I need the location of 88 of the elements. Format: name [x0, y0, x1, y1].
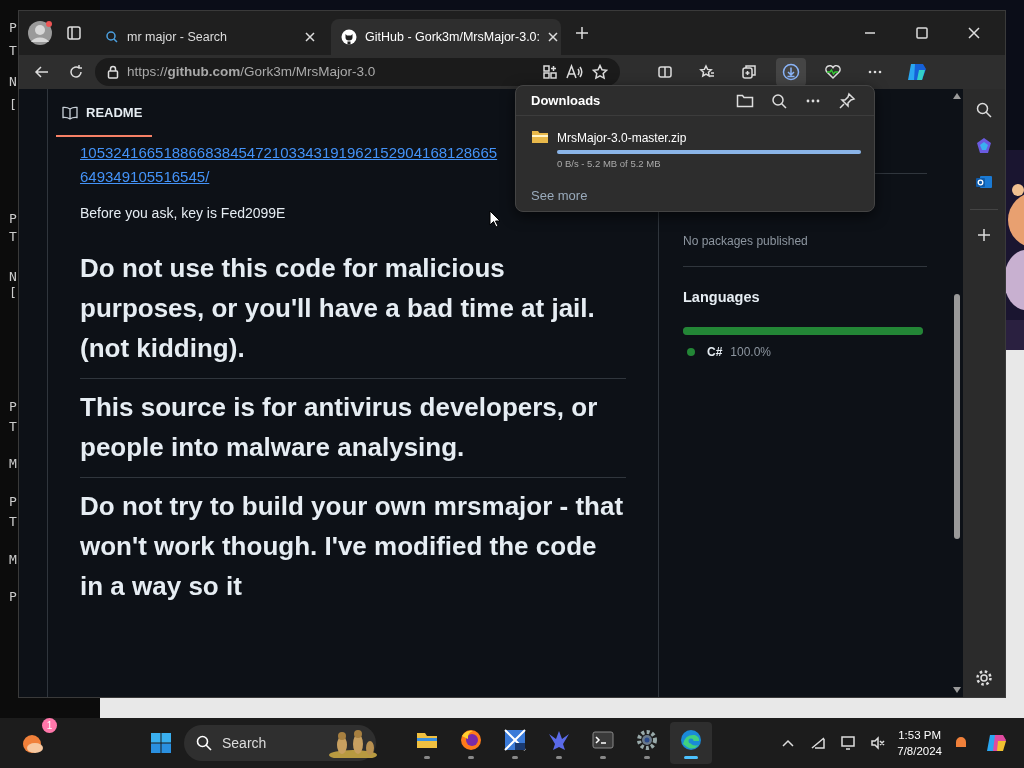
close-icon — [967, 26, 981, 40]
edge-button[interactable] — [670, 722, 712, 764]
maximize-icon — [915, 26, 929, 40]
gear-icon — [635, 727, 659, 752]
paragraph: Before you ask, key is Fed2099E — [80, 204, 286, 223]
gem-icon[interactable] — [975, 137, 993, 155]
terminal-text: P — [9, 211, 18, 227]
notification-badge: 1 — [42, 718, 57, 733]
packages-text: No packages published — [683, 233, 809, 250]
panel-title: Downloads — [531, 91, 602, 110]
settings-icon[interactable] — [975, 669, 993, 687]
pin-icon — [838, 91, 856, 110]
star-icon[interactable] — [592, 64, 608, 80]
copilot-icon — [986, 732, 1008, 754]
close-icon[interactable] — [548, 32, 559, 42]
display-icon — [840, 735, 857, 751]
heart-pulse-icon — [824, 64, 842, 80]
terminal-text: [ — [9, 285, 18, 301]
language-name: C# — [707, 343, 723, 361]
avatar-icon[interactable] — [27, 20, 53, 46]
back-arrow-icon — [34, 64, 50, 80]
date-text: 7/8/2024 — [897, 744, 942, 759]
download-item[interactable]: MrsMajor-3.0-master.zip 0 B/s - 5.2 MB of 5.2 MB — [516, 116, 874, 172]
terminal-text: T — [9, 43, 18, 59]
mail-icon[interactable] — [975, 173, 993, 191]
url-text: https://github.com/Gork3m/MrsMajor-3.0 — [127, 62, 377, 81]
terminal-text: T — [9, 419, 18, 435]
search-input[interactable]: Search — [220, 731, 320, 755]
link[interactable]: 10532416651886683845472103343191962152904168128665 — [80, 141, 498, 164]
readme-tab[interactable]: README — [86, 103, 143, 123]
terminal-text: P — [9, 589, 18, 605]
tab-actions-icon — [66, 25, 82, 41]
terminal-text: P — [9, 20, 18, 36]
zip-folder-icon — [532, 129, 548, 143]
browser-tab[interactable]: GitHub - Gork3m/MrsMajor-3.0: — [331, 19, 561, 55]
edge-icon — [679, 727, 703, 752]
language-percent: 100.0% — [730, 343, 772, 361]
collections-icon — [741, 64, 757, 80]
more-icon — [806, 98, 820, 103]
heading: This source is for antivirus developers, or people into malware analysing. — [80, 379, 626, 478]
downloads-button[interactable] — [776, 58, 806, 86]
search-icon[interactable] — [975, 101, 993, 119]
network-icon — [810, 735, 827, 751]
split-screen-icon — [657, 64, 673, 80]
cursor-icon — [489, 210, 501, 228]
terminal-text: M — [9, 456, 18, 472]
search-icon — [196, 735, 212, 751]
apps-icon[interactable] — [542, 64, 558, 80]
close-icon[interactable] — [305, 32, 315, 42]
browser-tab[interactable]: mr major - Search — [95, 19, 325, 55]
scroll-down-icon[interactable] — [953, 687, 961, 693]
terminal-text: P — [9, 399, 18, 415]
plus-icon — [575, 26, 589, 40]
scroll-up-icon[interactable] — [953, 93, 961, 99]
terminal-text: T — [9, 229, 18, 245]
search-icon — [105, 30, 119, 44]
link[interactable]: 649349105516545/ — [80, 165, 210, 188]
cat-logo-icon — [341, 29, 357, 45]
fox-globe-icon — [459, 727, 483, 752]
scrollbar-thumb[interactable] — [954, 294, 960, 539]
plus-icon[interactable] — [977, 228, 991, 242]
download-icon — [782, 63, 800, 81]
heading: Do not try to build your own mrsmajor - that won't work though. I've modified the code in a way so it — [80, 490, 625, 603]
book-icon — [62, 106, 78, 120]
read-aloud-icon[interactable] — [566, 64, 584, 80]
see-more-link[interactable]: See more — [531, 186, 588, 206]
clock[interactable]: 1:53 PM 7/8/2024 — [893, 727, 946, 759]
search-icon — [770, 91, 788, 110]
address-field[interactable]: https://github.com/Gork3m/MrsMajor-3.0 — [95, 58, 620, 86]
heading: Do not use this code for malicious purposes, or you'll have a bad time at jail. (not kidding). — [80, 240, 626, 379]
terminal-text: N — [9, 74, 18, 90]
refresh-icon — [68, 64, 84, 80]
terminal-text: [ — [9, 97, 18, 113]
terminal-text: M — [9, 552, 18, 568]
favorites-star-icon — [699, 64, 715, 80]
time-text: 1:53 PM — [897, 728, 942, 743]
section-heading: Languages — [683, 288, 761, 307]
terminal-text: P — [9, 494, 18, 510]
download-status: 0 B/s - 5.2 MB of 5.2 MB — [557, 157, 662, 171]
windows-icon — [150, 732, 172, 754]
file-name: MrsMajor-3.0-master.zip — [557, 130, 688, 147]
window-grid-icon — [503, 727, 527, 752]
lock-icon — [107, 65, 119, 79]
terminal-text: T — [9, 514, 18, 530]
terminal-text: N — [9, 269, 18, 285]
copilot-icon — [906, 61, 928, 83]
volume-muted-icon — [870, 735, 887, 751]
taskbar-search-field[interactable]: Search — [184, 725, 376, 761]
